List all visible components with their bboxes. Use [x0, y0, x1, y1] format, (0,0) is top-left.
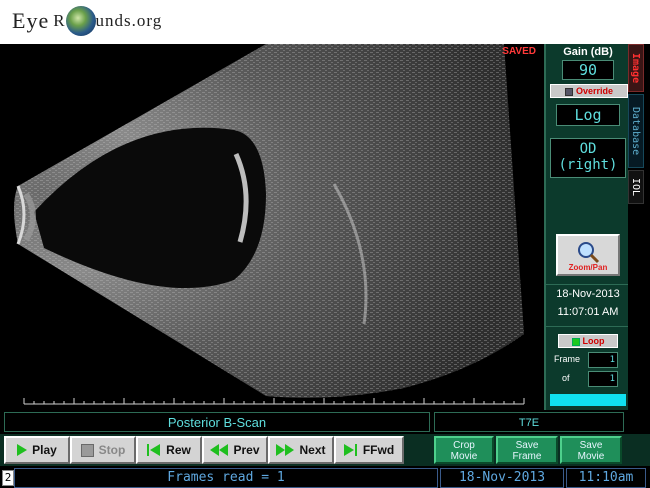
save-frame-label-1: Save	[515, 440, 539, 451]
crop-movie-label-2: Movie	[450, 451, 478, 462]
eye-selector[interactable]: OD (right)	[550, 138, 626, 178]
divider	[546, 284, 630, 285]
divider	[546, 326, 630, 327]
vertical-tabs: Image Database IOL	[628, 44, 644, 410]
right-control-panel: Gain (dB) 90 Override Log OD (right) Zoo…	[544, 44, 630, 410]
tab-database[interactable]: Database	[628, 94, 644, 168]
override-led-icon	[564, 87, 573, 96]
eye-side: (right)	[558, 157, 618, 173]
save-movie-label-1: Save	[579, 440, 603, 451]
next-icon	[276, 444, 295, 456]
panel-time: 11:07:01 AM	[557, 306, 619, 318]
rewind-icon	[147, 444, 161, 456]
override-label: Override	[575, 86, 614, 96]
of-label: of	[562, 373, 570, 383]
play-button[interactable]: Play	[4, 436, 70, 464]
loop-led-icon	[571, 337, 580, 346]
prev-icon	[210, 444, 229, 456]
status-bar: 2 Frames read = 1 18-Nov-2013 11:10am	[0, 468, 650, 488]
loop-button[interactable]: Loop	[558, 334, 618, 348]
globe-icon	[65, 6, 96, 36]
eye-code: OD	[579, 141, 597, 157]
zoom-pan-label: Zoom/Pan	[568, 263, 608, 272]
magnifier-icon	[578, 242, 600, 264]
log-mode-display[interactable]: Log	[556, 104, 620, 126]
next-label: Next	[299, 443, 326, 457]
status-time: 11:10am	[566, 468, 646, 488]
logo-text-unds: unds	[95, 11, 132, 30]
of-value: 1	[588, 371, 618, 387]
fast-forward-button[interactable]: FFwd	[334, 436, 404, 464]
panel-date: 18-Nov-2013	[556, 288, 620, 300]
save-movie-label-2: Movie	[577, 451, 605, 462]
play-icon	[17, 444, 28, 456]
stop-icon	[80, 443, 94, 457]
rewind-button[interactable]: Rew	[136, 436, 202, 464]
saved-indicator: SAVED	[502, 46, 536, 57]
gain-label: Gain (dB)	[563, 46, 613, 58]
zoom-pan-button[interactable]: Zoom/Pan	[556, 234, 620, 276]
frame-label: Frame	[554, 354, 581, 364]
fast-forward-label: FFwd	[362, 443, 395, 457]
status-index: 2	[2, 470, 14, 486]
override-button[interactable]: Override	[550, 84, 628, 98]
play-label: Play	[32, 443, 57, 457]
prev-label: Prev	[233, 443, 260, 457]
stop-button[interactable]: Stop	[70, 436, 136, 464]
label-strip: Posterior B-Scan T7E	[4, 412, 624, 432]
progress-bar	[550, 394, 626, 406]
playback-toolbar: Play Stop Rew Prev Next FFwd Crop Movie …	[0, 434, 650, 466]
prev-button[interactable]: Prev	[202, 436, 268, 464]
bscan-image	[14, 44, 525, 405]
logo-text-tld: .org	[131, 11, 163, 30]
save-movie-button[interactable]: Save Movie	[560, 436, 622, 464]
logo-band: Eye R unds .org	[0, 0, 650, 44]
loop-label: Loop	[582, 336, 605, 346]
scan-type-label: Posterior B-Scan	[4, 412, 430, 432]
bscan-image-area[interactable]: SAVED	[4, 44, 544, 410]
tab-iol[interactable]: IOL	[628, 170, 644, 204]
eyerounds-logo: Eye R unds .org	[12, 6, 162, 36]
probe-label: T7E	[434, 412, 624, 432]
logo-text-r: R	[53, 11, 66, 30]
ultrasound-app: SAVED Gain (dB) 90 Override Log OD (righ…	[0, 44, 650, 488]
frame-value[interactable]: 1	[588, 352, 618, 368]
rewind-label: Rew	[166, 443, 191, 457]
crop-movie-button[interactable]: Crop Movie	[434, 436, 494, 464]
stop-label: Stop	[98, 443, 126, 457]
crop-movie-label-1: Crop	[453, 440, 475, 451]
save-frame-label-2: Frame	[512, 451, 542, 462]
frames-read-status: Frames read = 1	[14, 468, 438, 488]
tab-image[interactable]: Image	[628, 44, 644, 92]
save-frame-button[interactable]: Save Frame	[496, 436, 558, 464]
logo-text-eye: Eye	[12, 8, 50, 33]
gain-value[interactable]: 90	[562, 60, 614, 80]
next-button[interactable]: Next	[268, 436, 334, 464]
fast-forward-icon	[343, 444, 357, 456]
status-date: 18-Nov-2013	[440, 468, 564, 488]
